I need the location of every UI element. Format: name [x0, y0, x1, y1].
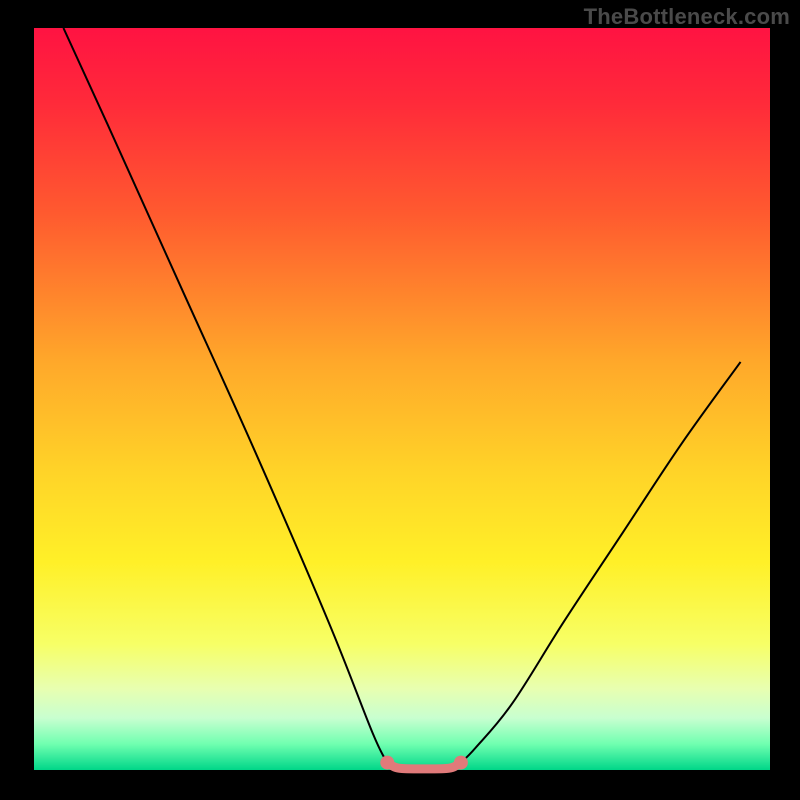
chart-frame: TheBottleneck.com: [0, 0, 800, 800]
plot-background: [34, 28, 770, 770]
bottleneck-chart: [0, 0, 800, 800]
trough-dot-right: [454, 756, 468, 770]
attribution-watermark: TheBottleneck.com: [584, 4, 790, 30]
trough-dot-left: [380, 756, 394, 770]
